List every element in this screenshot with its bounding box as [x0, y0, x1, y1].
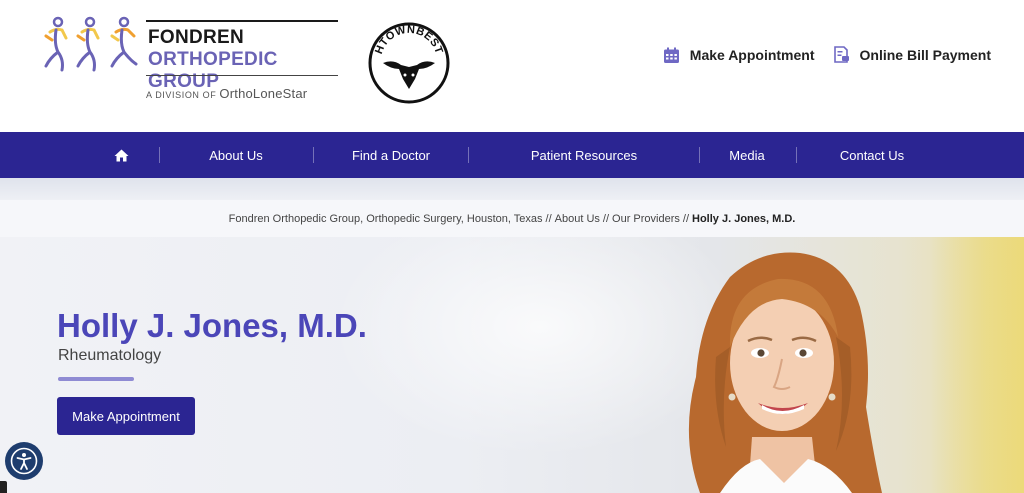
header-utility-links: Make Appointment Online Bill Payment	[663, 46, 991, 64]
breadcrumb-separator: //	[545, 212, 552, 225]
nav-item-media[interactable]: Media	[720, 132, 774, 178]
breadcrumb-link-our-providers[interactable]: Our Providers	[612, 213, 680, 225]
logo-division-text: A DIVISION OF OrthoLoneStar	[146, 86, 307, 101]
page-corner-marker	[0, 481, 7, 493]
logo-rule	[146, 75, 338, 76]
nav-item-contact-us[interactable]: Contact Us	[830, 132, 914, 178]
nav-divider	[796, 147, 797, 163]
breadcrumb-separator: //	[682, 212, 690, 225]
breadcrumb-link-about-us[interactable]: About Us	[555, 213, 600, 225]
accessibility-icon	[10, 447, 38, 475]
site-header: FONDREN ORTHOPEDIC GROUP A DIVISION OF O…	[0, 0, 1024, 132]
breadcrumb-link-home[interactable]: Fondren Orthopedic Group, Orthopedic Sur…	[229, 213, 543, 225]
breadcrumb-separator: //	[602, 212, 610, 225]
home-icon	[114, 149, 128, 161]
division-brand: OrthoLoneStar	[219, 86, 308, 101]
header-band	[0, 178, 1024, 200]
make-appointment-label: Make Appointment	[689, 47, 815, 63]
online-bill-payment-link[interactable]: Online Bill Payment	[833, 46, 991, 64]
logo-title-line1: FONDREN	[148, 27, 245, 48]
runners-logo-icon	[44, 16, 138, 72]
online-bill-payment-label: Online Bill Payment	[859, 47, 991, 63]
breadcrumb-current: Holly J. Jones, M.D.	[692, 212, 796, 225]
make-appointment-link[interactable]: Make Appointment	[663, 47, 815, 64]
calendar-icon	[663, 47, 679, 63]
nav-home[interactable]	[110, 132, 132, 178]
nav-item-about-us[interactable]: About Us	[190, 132, 282, 178]
main-nav: About Us Find a Doctor Patient Resources…	[0, 132, 1024, 178]
title-underline	[58, 377, 134, 381]
logo-rule	[146, 20, 338, 22]
htownbest-badge-icon[interactable]: HTOWNBEST	[367, 21, 451, 105]
doctor-portrait	[688, 252, 882, 493]
division-prefix: A DIVISION OF	[146, 90, 217, 100]
hero-background-accent	[930, 237, 1024, 493]
make-appointment-button[interactable]: Make Appointment	[57, 397, 195, 435]
nav-divider	[159, 147, 160, 163]
accessibility-button[interactable]	[5, 442, 43, 480]
nav-divider	[468, 147, 469, 163]
bill-payment-icon	[833, 46, 849, 63]
nav-item-patient-resources[interactable]: Patient Resources	[520, 132, 648, 178]
nav-divider	[699, 147, 700, 163]
doctor-name: Holly J. Jones, M.D.	[57, 307, 367, 344]
doctor-specialty: Rheumatology	[58, 347, 162, 364]
breadcrumb: Fondren Orthopedic Group, Orthopedic Sur…	[0, 200, 1024, 237]
nav-divider	[313, 147, 314, 163]
doctor-hero: Holly J. Jones, M.D. Rheumatology Make A…	[0, 237, 1024, 493]
site-logo[interactable]: FONDREN ORTHOPEDIC GROUP A DIVISION OF O…	[40, 14, 345, 106]
nav-item-find-a-doctor[interactable]: Find a Doctor	[340, 132, 442, 178]
